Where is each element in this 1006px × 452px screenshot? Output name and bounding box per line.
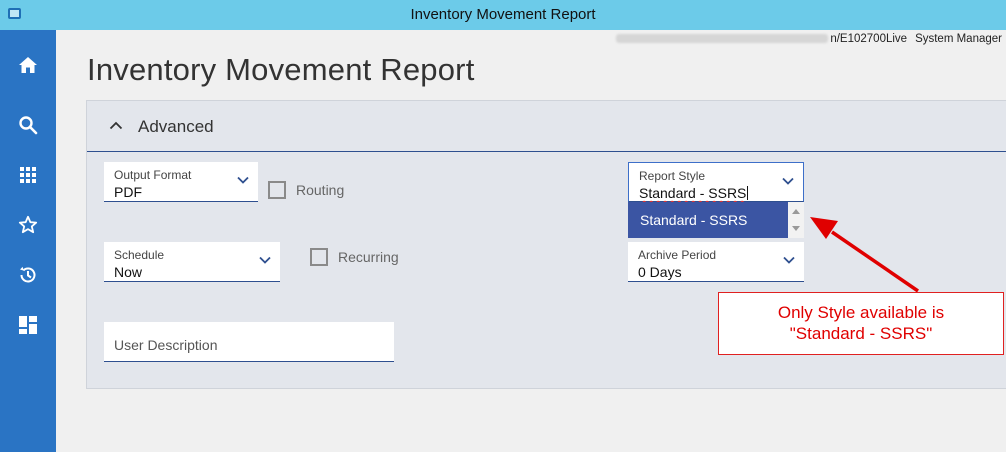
text-caret <box>747 186 749 200</box>
routing-checkbox-box[interactable] <box>268 181 286 199</box>
output-format-value: PDF <box>114 184 142 200</box>
redacted-server-text <box>616 34 829 44</box>
report-style-dropdown: Standard - SSRS <box>628 202 804 238</box>
page-title: Inventory Movement Report <box>87 52 475 87</box>
archive-period-value: 0 Days <box>638 264 682 280</box>
report-style-select[interactable]: Report Style Standard - SSRS <box>628 162 804 202</box>
sidebar-item-search[interactable] <box>0 105 56 145</box>
archive-period-label: Archive Period <box>638 248 717 262</box>
recurring-checkbox[interactable]: Recurring <box>310 248 399 266</box>
star-icon <box>18 215 38 234</box>
schedule-label: Schedule <box>114 248 165 262</box>
sidebar <box>0 30 56 452</box>
annotation-callout: Only Style available is "Standard - SSRS… <box>718 292 1004 355</box>
chevron-down-icon <box>783 256 795 264</box>
report-style-value[interactable]: Standard - SSRS <box>639 185 749 201</box>
connection-info: n/E102700Live System Manager <box>616 33 1002 45</box>
apps-grid-icon <box>20 167 36 183</box>
output-format-select[interactable]: Output Format PDF <box>104 162 258 202</box>
connection-name: n/E102700Live <box>830 33 908 45</box>
window-title: Inventory Movement Report <box>410 6 596 23</box>
sidebar-item-dashboard[interactable] <box>0 305 56 345</box>
sidebar-item-home[interactable] <box>0 45 56 85</box>
chevron-down-icon <box>782 177 794 185</box>
user-description-input[interactable]: User Description <box>104 322 394 362</box>
recurring-checkbox-box[interactable] <box>310 248 328 266</box>
chevron-down-icon <box>237 176 249 184</box>
advanced-panel-header[interactable]: Advanced <box>87 101 1006 152</box>
routing-label: Routing <box>296 182 345 198</box>
sidebar-item-favorites[interactable] <box>0 205 56 245</box>
home-icon <box>19 57 37 73</box>
window-titlebar: Inventory Movement Report <box>0 0 1006 30</box>
sidebar-item-history[interactable] <box>0 255 56 295</box>
recurring-label: Recurring <box>338 249 399 265</box>
schedule-value: Now <box>114 264 143 280</box>
output-format-label: Output Format <box>114 168 192 182</box>
history-icon <box>20 266 36 283</box>
sidebar-item-apps[interactable] <box>0 155 56 195</box>
archive-period-select[interactable]: Archive Period 0 Days <box>628 242 804 282</box>
advanced-panel-title: Advanced <box>138 117 214 136</box>
dropdown-scrollbar[interactable] <box>788 202 804 238</box>
user-name[interactable]: System Manager <box>915 33 1002 45</box>
dashboard-icon <box>19 316 37 334</box>
chevron-up-icon[interactable] <box>109 121 123 130</box>
report-style-option[interactable]: Standard - SSRS <box>628 202 788 238</box>
search-icon <box>19 116 38 135</box>
annotation-line-1: Only Style available is <box>777 303 945 322</box>
scroll-down-icon[interactable] <box>792 226 800 231</box>
report-style-value-text: Standard - SSRS <box>639 185 747 201</box>
annotation-line-2: "Standard - SSRS" <box>789 324 933 343</box>
schedule-select[interactable]: Schedule Now <box>104 242 280 282</box>
chevron-down-icon <box>259 256 271 264</box>
user-description-placeholder: User Description <box>114 337 218 353</box>
scroll-up-icon[interactable] <box>792 209 800 214</box>
routing-checkbox[interactable]: Routing <box>268 181 344 199</box>
report-style-label: Report Style <box>639 169 706 183</box>
